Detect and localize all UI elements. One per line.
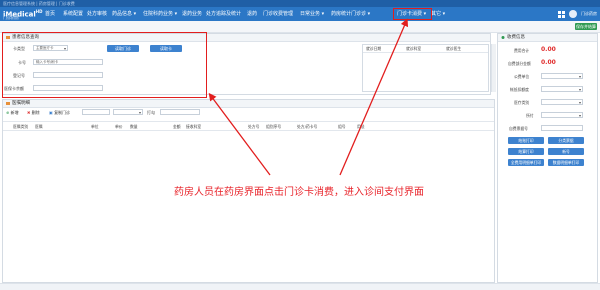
invoice-input[interactable] <box>541 125 583 131</box>
invoice-label: 自费票据号 <box>509 126 528 131</box>
payment-panel: 收费信息 <box>497 33 598 283</box>
annotation-text: 药房人员在药房界面点击门诊卡消费，进入诊间支付界面 <box>174 187 424 198</box>
new-number-button[interactable]: 新号 <box>548 148 584 155</box>
self-pay-value: 0.00 <box>541 59 556 66</box>
settle-print-button[interactable]: 结账打印 <box>508 137 544 144</box>
full-detail-print-button[interactable]: 全费用明细单打印 <box>508 159 544 166</box>
unit-label: 公费单位 <box>514 74 530 79</box>
category-label: 医疗类别 <box>514 100 530 105</box>
self-pay-label: 自费部分金额 <box>508 61 531 66</box>
paid-select[interactable] <box>541 112 583 118</box>
total-value: 0.00 <box>541 46 556 53</box>
total-label: 费用合计 <box>514 48 530 53</box>
payment-panel-header: 收费信息 <box>498 34 597 42</box>
settle-print-2-button[interactable]: 结算打印 <box>508 148 544 155</box>
unit-select[interactable] <box>541 73 583 79</box>
paid-label: 所付 <box>526 113 534 118</box>
payment-panel-title: 收费信息 <box>507 35 525 40</box>
deduct-label: 帐抵扣额度 <box>510 87 529 92</box>
data-detail-print-button[interactable]: 数据明细单打印 <box>548 159 584 166</box>
category-select[interactable] <box>541 99 583 105</box>
category-invoice-button[interactable]: 分类票据 <box>548 137 584 144</box>
payment-icon <box>501 36 505 39</box>
deduct-select[interactable] <box>541 86 583 92</box>
